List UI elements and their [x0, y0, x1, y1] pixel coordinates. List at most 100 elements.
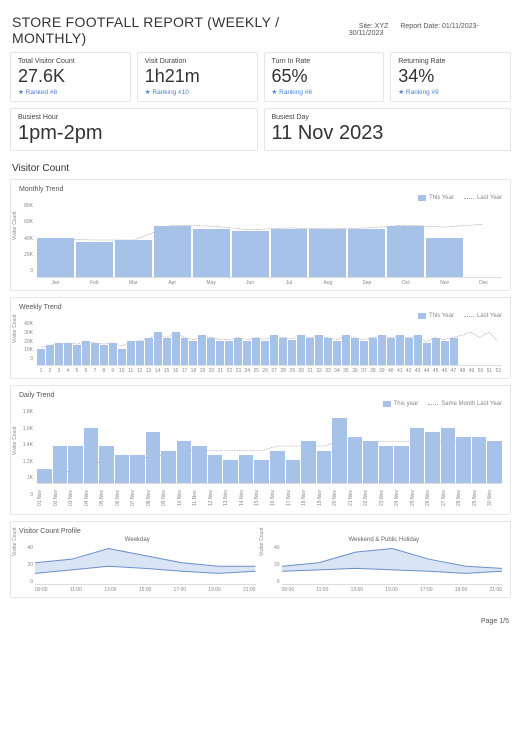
x-tick: 13: [145, 368, 153, 374]
bar: [315, 335, 323, 365]
x-tick: 14 Nov: [239, 486, 254, 510]
kpi-label: Total Visitor Count: [18, 58, 123, 65]
x-tick: 09:00: [282, 587, 295, 593]
x-tick: 27 Nov: [441, 486, 456, 510]
bar: [207, 338, 215, 366]
kpi-label: Turn In Rate: [272, 58, 377, 65]
x-tick: 26: [261, 368, 269, 374]
x-tick: 46: [441, 368, 449, 374]
x-tick: 33: [324, 368, 332, 374]
x-tick: 42: [405, 368, 413, 374]
y-axis-label: Visitor Count: [12, 314, 18, 343]
x-axis: 1234567891011121314151617181920212223242…: [37, 368, 502, 374]
bar: [286, 460, 301, 483]
y-tick: 40K: [19, 321, 33, 327]
legend-last: Same Month Last Year: [441, 401, 502, 407]
x-tick: 4: [64, 368, 72, 374]
x-tick: 19 Nov: [317, 486, 332, 510]
bar: [99, 446, 114, 483]
y-tick: 1.2K: [19, 459, 33, 465]
x-tick: Apr: [154, 280, 191, 286]
header-meta: Site: XYZ Report Date: 01/11/2023-30/11/…: [349, 23, 509, 37]
bar: [279, 338, 287, 366]
bar: [127, 341, 135, 365]
daily-bars: [37, 409, 502, 484]
x-tick: 10: [118, 368, 126, 374]
x-tick: 23 Nov: [379, 486, 394, 510]
y-tick: 30K: [19, 330, 33, 336]
profile-weekend-title: Weekend & Public Holiday: [266, 537, 503, 543]
bar: [115, 455, 130, 483]
y-tick: 60K: [19, 219, 33, 225]
bar: [317, 451, 332, 483]
bar: [432, 338, 440, 366]
x-tick: 47: [450, 368, 458, 374]
legend-this: This year: [394, 401, 419, 407]
busy-label: Busiest Day: [272, 114, 504, 121]
profile-panel: Visitor Count Profile Weekday Visitor Co…: [10, 521, 511, 598]
busy-value: 11 Nov 2023: [272, 122, 504, 145]
y-tick: 0: [19, 268, 33, 274]
bar: [192, 446, 207, 483]
bar: [109, 343, 117, 365]
x-tick: 13:00: [104, 587, 117, 593]
legend-this: This Year: [429, 313, 454, 319]
x-tick: 49: [468, 368, 476, 374]
legend-last: Last Year: [477, 313, 502, 319]
x-tick: 19:00: [455, 587, 468, 593]
legend-this: This Year: [429, 195, 454, 201]
x-tick: 6: [82, 368, 90, 374]
x-axis: 01 Nov02 Nov03 Nov04 Nov05 Nov06 Nov07 N…: [37, 486, 502, 510]
kpi-rank: ★ Ranking #9: [398, 88, 503, 96]
bar: [342, 335, 350, 365]
x-tick: 30: [297, 368, 305, 374]
x-tick: Nov: [426, 280, 463, 286]
site-label: Site: XYZ: [359, 23, 389, 30]
bar: [394, 446, 409, 483]
x-tick: Aug: [309, 280, 346, 286]
bar: [405, 338, 413, 366]
x-tick: 02 Nov: [53, 486, 68, 510]
kpi-card: Turn In Rate 65% ★ Ranking #6: [264, 52, 385, 102]
y-axis-label: Visitor Count: [12, 527, 18, 556]
bar: [181, 338, 189, 366]
bar: [387, 226, 424, 277]
bar: [363, 441, 378, 483]
legend-line-icon: [464, 198, 474, 199]
bar: [270, 335, 278, 365]
bar: [225, 341, 233, 365]
y-tick: 10K: [19, 347, 33, 353]
bar: [423, 343, 431, 365]
bar: [37, 349, 45, 366]
x-tick: 15:00: [385, 587, 398, 593]
x-tick: 45: [432, 368, 440, 374]
bar: [91, 343, 99, 365]
x-tick: 41: [396, 368, 404, 374]
profile-weekday-chart: [35, 545, 256, 585]
x-tick: 11 Nov: [192, 486, 207, 510]
x-tick: 15: [163, 368, 171, 374]
x-tick: 38: [369, 368, 377, 374]
bar: [53, 446, 68, 483]
busy-label: Busiest Hour: [18, 114, 250, 121]
bar: [288, 340, 296, 365]
bar: [46, 345, 54, 365]
x-tick: May: [193, 280, 230, 286]
x-tick: 17: [181, 368, 189, 374]
x-tick: 29: [288, 368, 296, 374]
y-tick: 20K: [19, 252, 33, 258]
x-tick: 44: [423, 368, 431, 374]
x-tick: 10 Nov: [177, 486, 192, 510]
kpi-card: Total Visitor Count 27.6K ★ Ranked #8: [10, 52, 131, 102]
x-tick: 2: [46, 368, 54, 374]
kpi-rank: ★ Ranking #6: [272, 88, 377, 96]
y-tick: 20K: [19, 339, 33, 345]
x-tick: 1: [37, 368, 45, 374]
x-tick: 24: [243, 368, 251, 374]
x-tick: 05 Nov: [99, 486, 114, 510]
busy-value: 1pm-2pm: [18, 122, 250, 145]
x-tick: 27: [270, 368, 278, 374]
bar: [360, 341, 368, 365]
bar: [76, 242, 113, 277]
x-tick: Dec: [465, 280, 502, 286]
